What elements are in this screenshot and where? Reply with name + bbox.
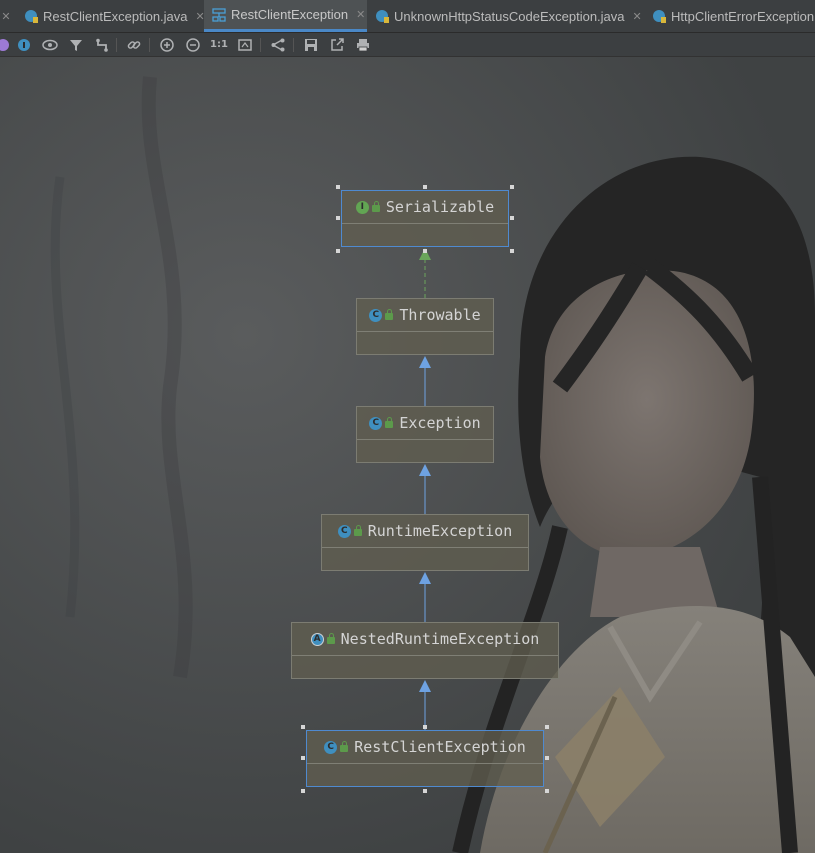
eye-icon[interactable] [41,36,59,54]
tab-label: RestClientException [231,7,349,22]
extends-arrowhead [419,356,431,368]
node-header: I Serializable [342,191,508,224]
toolbar-separator [260,38,261,52]
diagram-canvas[interactable]: I Serializable C Throwable C Exception C… [0,57,815,853]
info-icon[interactable] [15,36,33,54]
close-icon[interactable]: ✕ [0,0,12,32]
node-body [342,224,508,246]
node-header: C RestClientException [307,731,543,764]
node-name: RuntimeException [367,522,513,540]
java-class-icon [24,9,38,23]
selection-handle[interactable] [301,789,305,793]
tab-label: HttpClientErrorException [671,8,815,24]
node-name: Exception [399,414,481,432]
public-visibility-icon [385,417,394,428]
node-icons: C [337,524,362,538]
node-icons: C [369,416,394,430]
java-class-icon [652,9,666,23]
selection-handle[interactable] [510,185,514,189]
uml-node-throwable[interactable]: C Throwable [356,298,494,355]
ide-window: ✕ RestClientException.java ✕ RestClientE… [0,0,815,853]
node-body [292,656,558,678]
public-visibility-icon [340,741,349,752]
class-icon: C [324,740,338,754]
tab-restclientexception-java[interactable]: RestClientException.java ✕ [16,0,205,32]
diagram-toolbar: 1:1 [0,33,815,57]
selection-handle[interactable] [510,216,514,220]
node-icons: C [324,740,349,754]
selection-handle[interactable] [301,756,305,760]
node-name: NestedRuntimeException [340,630,540,648]
node-body [307,764,543,786]
java-class-icon [375,9,389,23]
editor-tab-bar: ✕ RestClientException.java ✕ RestClientE… [0,0,815,33]
tab-unknownhttpstatuscodeexception-java[interactable]: UnknownHttpStatusCodeException.java ✕ [367,0,644,32]
node-name: RestClientException [354,738,526,756]
uml-node-restclientexception[interactable]: C RestClientException [306,730,544,787]
selection-handle[interactable] [545,789,549,793]
extends-arrowhead [419,572,431,584]
route-icon[interactable] [93,36,111,54]
selection-handle[interactable] [336,216,340,220]
node-icons: I [355,200,380,214]
close-icon[interactable]: ✕ [633,10,642,23]
selection-handle[interactable] [423,249,427,253]
close-icon[interactable]: ✕ [356,8,365,21]
layout-icon[interactable] [269,36,287,54]
node-icons: A [310,632,335,646]
class-icon: C [369,416,383,430]
uml-node-exception[interactable]: C Exception [356,406,494,463]
diagram-icon [212,7,226,22]
node-body [357,440,493,462]
public-visibility-icon [326,633,335,644]
extends-arrowhead [419,464,431,476]
selection-handle[interactable] [423,789,427,793]
uml-node-nestedruntimeexception[interactable]: A NestedRuntimeException [291,622,559,679]
node-header: A NestedRuntimeException [292,623,558,656]
print-icon[interactable] [354,36,372,54]
extends-arrowhead [419,680,431,692]
class-icon: C [369,308,383,322]
node-body [357,332,493,354]
filter-icon[interactable] [67,36,85,54]
export-icon[interactable] [328,36,346,54]
scope-icon[interactable] [0,36,12,54]
uml-node-serializable[interactable]: I Serializable [341,190,509,247]
selection-handle[interactable] [423,185,427,189]
public-visibility-icon [353,525,362,536]
toolbar-separator [149,38,150,52]
node-icons: C [369,308,394,322]
tab-restclientexception-diagram[interactable]: RestClientException ✕ [204,0,367,32]
node-name: Throwable [399,306,481,324]
selection-handle[interactable] [545,756,549,760]
link-icon[interactable] [125,36,143,54]
node-header: C RuntimeException [322,515,528,548]
uml-node-runtimeexception[interactable]: C RuntimeException [321,514,529,571]
toolbar-separator [293,38,294,52]
node-name: Serializable [385,198,495,216]
zoom-out-icon[interactable] [184,36,202,54]
selection-handle[interactable] [545,725,549,729]
tab-httpclienterrorexception-java[interactable]: HttpClientErrorException [644,0,815,32]
selection-handle[interactable] [301,725,305,729]
interface-icon: I [355,200,369,214]
class-icon: C [337,524,351,538]
selection-handle[interactable] [423,725,427,729]
selection-handle[interactable] [336,249,340,253]
node-header: C Exception [357,407,493,440]
selection-handle[interactable] [336,185,340,189]
selection-handle[interactable] [510,249,514,253]
save-icon[interactable] [302,36,320,54]
public-visibility-icon [385,309,394,320]
toolbar-separator [116,38,117,52]
actual-size-icon[interactable]: 1:1 [210,36,228,54]
node-body [322,548,528,570]
public-visibility-icon [371,201,380,212]
tab-label: RestClientException.java [43,8,188,24]
node-header: C Throwable [357,299,493,332]
fit-content-icon[interactable] [236,36,254,54]
zoom-in-icon[interactable] [158,36,176,54]
abstract-class-icon: A [310,632,324,646]
tab-label: UnknownHttpStatusCodeException.java [394,8,625,24]
